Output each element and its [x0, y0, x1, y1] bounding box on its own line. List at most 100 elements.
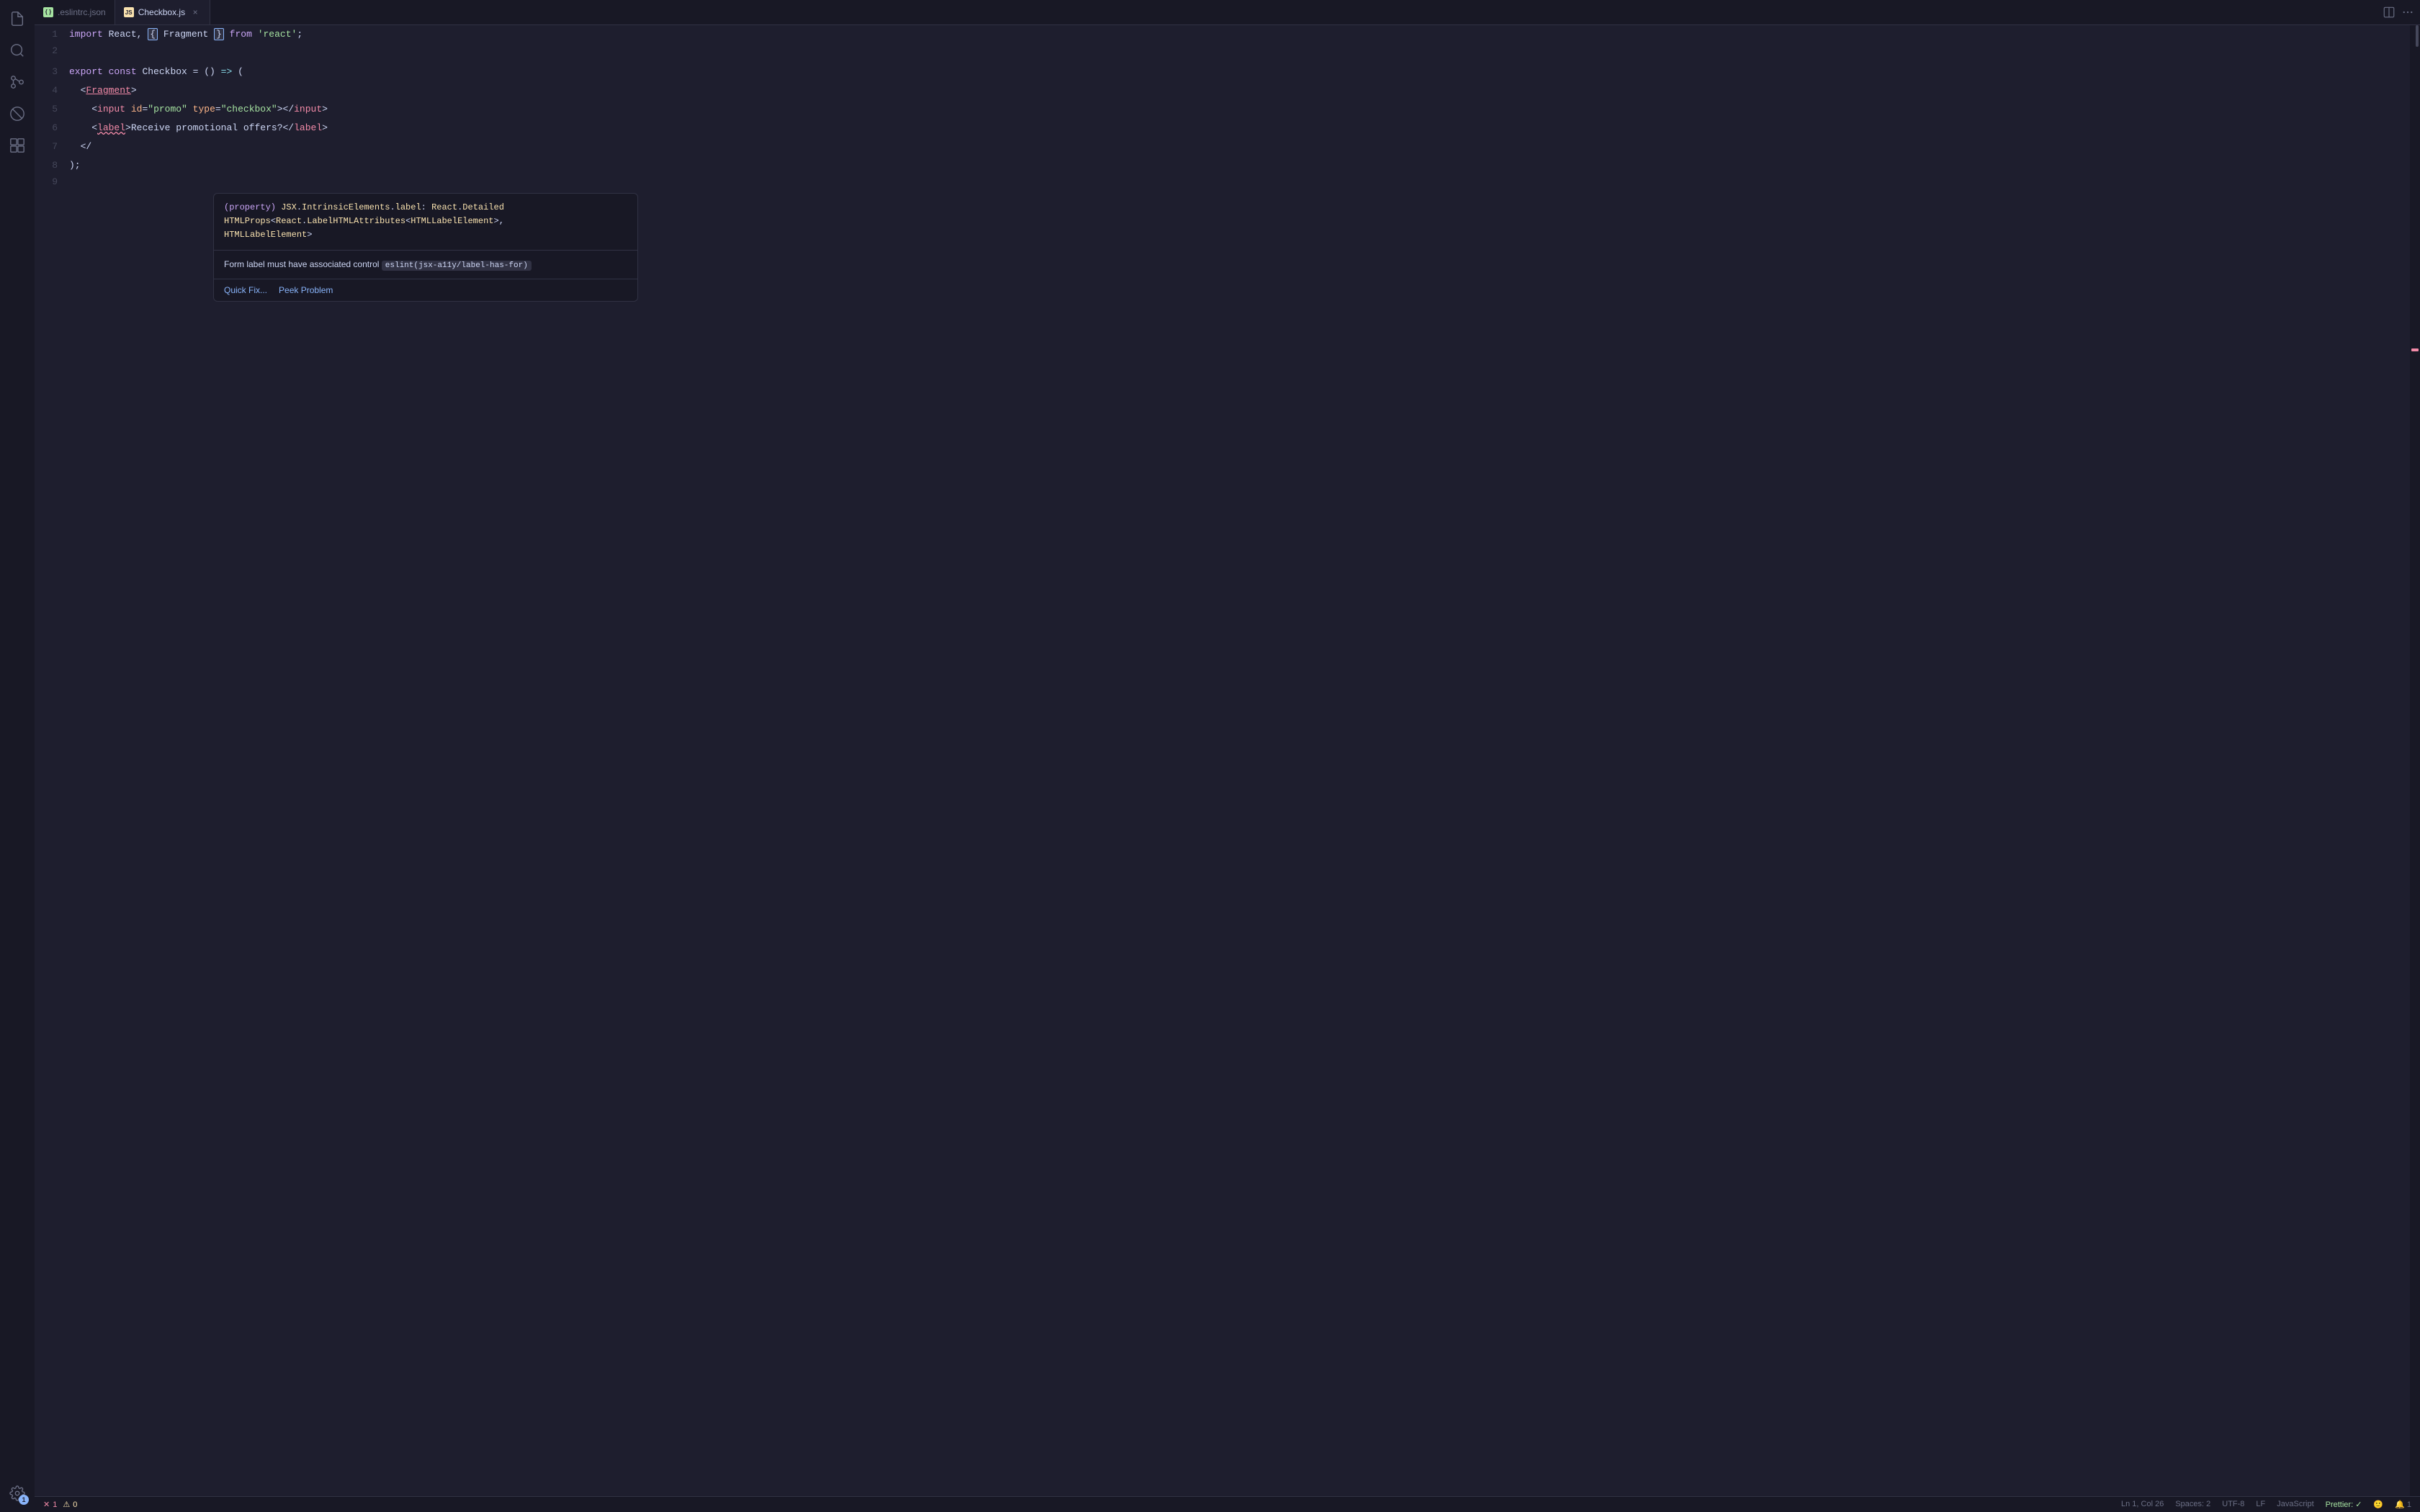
search-icon[interactable]: [4, 37, 30, 63]
type-jsx-label: JSX: [281, 202, 297, 212]
keyword-from: from: [224, 29, 252, 40]
debug-icon[interactable]: [4, 101, 30, 127]
type-react2: React: [276, 216, 302, 226]
settings-icon[interactable]: 1: [4, 1480, 30, 1506]
type-dot2: .: [390, 202, 395, 212]
type-label-prop: label: [395, 202, 421, 212]
type-html-label: HTMLLabelElement: [411, 216, 493, 226]
type-dot1: .: [297, 202, 302, 212]
error-icon: ✕: [43, 1500, 50, 1509]
extensions-icon[interactable]: [4, 132, 30, 158]
line-number-8: 8: [35, 158, 69, 171]
attr-id: id: [125, 104, 142, 114]
tab-checkbox-label: Checkbox.js: [138, 7, 185, 17]
tab-close-button[interactable]: ×: [189, 6, 201, 18]
type-html-label2: HTMLLabelElement: [224, 230, 307, 240]
code-content-9: [69, 181, 2410, 184]
peek-problem-button[interactable]: Peek Problem: [279, 285, 333, 295]
type-angle1: <: [271, 216, 276, 226]
punct-gt5: >: [322, 104, 328, 114]
bracket-close: }: [214, 28, 224, 40]
eslint-rule-code: eslint(jsx-a11y/label-has-for): [382, 261, 532, 271]
code-content-5: <input id="promo" type="checkbox"></inpu…: [69, 100, 2410, 119]
status-bar: ✕ 1 ⚠ 0 Ln 1, Col 26 Spaces: 2 UTF-8 LF …: [35, 1496, 2420, 1512]
punct-comma: ,: [137, 29, 148, 40]
code-editor[interactable]: 1 import React, { Fragment } from 'react…: [35, 25, 2410, 1496]
type-angle4: >: [307, 230, 312, 240]
type-keyword-property: (property): [224, 202, 276, 212]
line-number-7: 7: [35, 140, 69, 152]
source-control-icon[interactable]: [4, 69, 30, 95]
type-line1: (property) JSX.IntrinsicElements.label: …: [224, 201, 627, 215]
error-count: 1: [53, 1500, 57, 1509]
split-editor-button[interactable]: [2383, 6, 2396, 19]
code-content-8: );: [69, 156, 2410, 175]
status-language[interactable]: JavaScript: [2274, 1500, 2316, 1508]
label-text: Receive promotional offers?: [131, 122, 283, 133]
settings-badge: 1: [19, 1495, 29, 1505]
line-number-5: 5: [35, 102, 69, 114]
line-ending-text: LF: [2256, 1500, 2265, 1508]
js-file-icon: JS: [124, 7, 134, 17]
tag-input-close: input: [294, 104, 322, 114]
kw-export: export: [69, 66, 103, 77]
punct-lt7: </: [81, 141, 92, 152]
encoding-text: UTF-8: [2222, 1500, 2244, 1508]
code-content-7: </: [69, 138, 2410, 156]
position-text: Ln 1, Col 26: [2121, 1500, 2164, 1508]
line-number-9: 9: [35, 175, 69, 187]
quick-fix-button[interactable]: Quick Fix...: [224, 285, 267, 295]
status-prettier[interactable]: Prettier: ✓: [2323, 1500, 2365, 1509]
emoji-icon: 🙂: [2373, 1500, 2383, 1509]
arrow-fn: =>: [221, 66, 233, 77]
tab-eslintrc-label: .eslintrc.json: [58, 7, 106, 17]
hover-popup-description: Form label must have associated control …: [214, 251, 637, 280]
punct-eq5b: =: [215, 104, 221, 114]
status-line-ending[interactable]: LF: [2253, 1500, 2268, 1508]
scrollbar-thumb: [2416, 25, 2419, 47]
punct-close6: </: [283, 122, 295, 133]
code-line-6: 6 <label>Receive promotional offers?</la…: [35, 119, 2410, 138]
more-actions-button[interactable]: [2401, 6, 2414, 19]
warning-icon: ⚠: [63, 1500, 70, 1509]
tab-checkbox[interactable]: JS Checkbox.js ×: [115, 0, 210, 24]
punct-gt6b: >: [322, 122, 328, 133]
code-line-7: 7 </: [35, 138, 2410, 156]
code-content-2: [69, 50, 2410, 53]
var-checkbox: Checkbox = (): [137, 66, 221, 77]
status-errors[interactable]: ✕ 1 ⚠ 0: [40, 1497, 80, 1512]
status-position[interactable]: Ln 1, Col 26: [2118, 1500, 2166, 1508]
warning-count: 0: [73, 1500, 77, 1509]
files-icon[interactable]: [4, 6, 30, 32]
tab-bar-actions: [2383, 0, 2420, 24]
keyword-import: import: [69, 29, 103, 40]
code-line-8: 8 );: [35, 156, 2410, 175]
hover-popup: (property) JSX.IntrinsicElements.label: …: [213, 193, 638, 302]
line-number-6: 6: [35, 121, 69, 133]
status-encoding[interactable]: UTF-8: [2219, 1500, 2247, 1508]
tag-label-close: label: [294, 122, 322, 133]
code-line-1: 1 import React, { Fragment } from 'react…: [35, 25, 2410, 44]
type-react: React: [431, 202, 457, 212]
line-number-4: 4: [35, 84, 69, 96]
spaces-text: Spaces: 2: [2175, 1500, 2210, 1508]
attr-type: type: [187, 104, 215, 114]
code-line-2: 2: [35, 44, 2410, 63]
line-number-1: 1: [35, 27, 69, 40]
var-close-paren: );: [69, 160, 81, 171]
line-number-2: 2: [35, 44, 69, 56]
tab-eslintrc[interactable]: { } .eslintrc.json: [35, 0, 115, 24]
status-emoji[interactable]: 🙂: [2370, 1500, 2386, 1509]
punct-semi1: ;: [297, 29, 302, 40]
editor-scrollbar[interactable]: [2410, 25, 2420, 1496]
activity-bar: 1: [0, 0, 35, 1512]
code-line-9: 9: [35, 175, 2410, 194]
type-angle3: >: [493, 216, 498, 226]
attrval-promo: "promo": [148, 104, 187, 114]
type-colon: :: [421, 202, 431, 212]
scrollbar-error-marker: [2411, 348, 2419, 351]
var-react: React: [103, 29, 137, 40]
status-bell[interactable]: 🔔 1: [2392, 1500, 2414, 1509]
status-spaces[interactable]: Spaces: 2: [2172, 1500, 2213, 1508]
tab-bar: { } .eslintrc.json JS Checkbox.js ×: [35, 0, 2420, 25]
